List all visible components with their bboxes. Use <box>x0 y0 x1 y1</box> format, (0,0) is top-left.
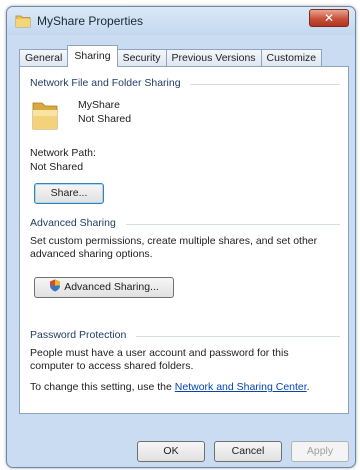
advanced-sharing-label: Advanced Sharing... <box>64 281 159 293</box>
sharing-panel: Network File and Folder Sharing MyShare … <box>19 66 349 414</box>
tab-strip: General Sharing Security Previous Versio… <box>19 45 323 67</box>
share-status: Not Shared <box>78 113 132 125</box>
tab-sharing[interactable]: Sharing <box>67 45 118 67</box>
tab-general[interactable]: General <box>19 49 69 67</box>
advanced-description: Set custom permissions, create multiple … <box>30 235 318 260</box>
title-bar[interactable]: MyShare Properties ✕ <box>7 7 355 35</box>
network-path-label: Network Path: <box>30 147 96 159</box>
folder-icon <box>15 15 31 28</box>
network-path-value: Not Shared <box>30 161 84 173</box>
change-prefix: To change this setting, use the <box>30 381 175 393</box>
network-sharing-group: Network File and Folder Sharing MyShare … <box>30 77 340 207</box>
properties-dialog: MyShare Properties ✕ General Sharing Sec… <box>6 6 356 468</box>
ok-button[interactable]: OK <box>137 441 205 462</box>
divider <box>136 336 340 337</box>
password-description: People must have a user account and pass… <box>30 347 289 372</box>
shield-icon <box>50 279 61 292</box>
password-protection-group: Password Protection People must have a u… <box>30 329 340 409</box>
folder-icon <box>32 102 58 130</box>
advanced-sharing-group: Advanced Sharing Set custom permissions,… <box>30 217 340 317</box>
change-setting-text: To change this setting, use the Network … <box>30 381 310 393</box>
network-sharing-center-link[interactable]: Network and Sharing Center <box>175 381 307 393</box>
folder-name: MyShare <box>78 99 121 111</box>
change-suffix: . <box>306 381 310 393</box>
tab-security[interactable]: Security <box>116 49 167 67</box>
window-title: MyShare Properties <box>37 14 144 28</box>
share-button[interactable]: Share... <box>34 183 104 204</box>
divider <box>126 224 340 225</box>
divider <box>190 84 340 85</box>
cancel-button[interactable]: Cancel <box>214 441 282 462</box>
group-title: Advanced Sharing <box>30 217 116 229</box>
tab-customize[interactable]: Customize <box>260 49 323 67</box>
apply-button[interactable]: Apply <box>291 441 349 462</box>
tab-previous-versions[interactable]: Previous Versions <box>165 49 262 67</box>
group-title: Network File and Folder Sharing <box>30 77 181 89</box>
close-button[interactable]: ✕ <box>309 9 349 27</box>
advanced-sharing-button[interactable]: Advanced Sharing... <box>34 277 174 298</box>
folder-block <box>30 99 70 139</box>
group-title: Password Protection <box>30 329 127 341</box>
